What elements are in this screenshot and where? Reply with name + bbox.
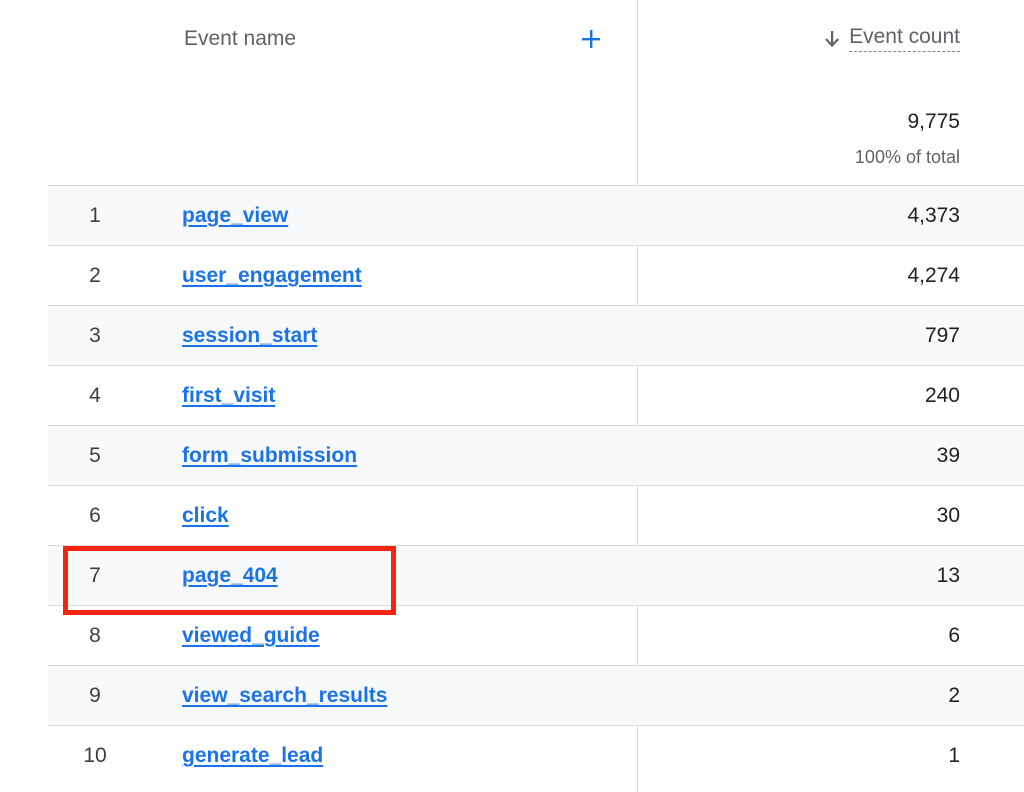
row-rank: 7 (89, 564, 101, 587)
event-count: 2 (948, 684, 960, 707)
table-row: 5 form_submission 39 (48, 425, 1024, 485)
event-name-link[interactable]: user_engagement (182, 246, 362, 306)
event-name-link[interactable]: view_search_results (182, 666, 387, 726)
plus-icon (582, 30, 600, 48)
event-table: Event name Event count 9,775 100% of tot… (0, 0, 1024, 792)
event-count: 240 (924, 384, 960, 407)
event-count: 4,274 (907, 264, 960, 287)
event-count: 4,373 (907, 204, 960, 227)
metric-total-percent: 100% of total (854, 147, 960, 167)
event-name-link[interactable]: click (182, 486, 229, 546)
table-row: 2 user_engagement 4,274 (48, 245, 1024, 305)
event-name-link[interactable]: viewed_guide (182, 606, 320, 666)
event-name-link[interactable]: page_view (182, 186, 288, 246)
row-rank: 9 (89, 684, 101, 707)
event-name-link[interactable]: first_visit (182, 366, 275, 426)
table-row: 9 view_search_results 2 (48, 665, 1024, 725)
event-name-link[interactable]: generate_lead (182, 726, 323, 786)
arrow-down-icon[interactable] (823, 29, 841, 49)
table-header: Event name Event count 9,775 100% of tot… (0, 0, 1024, 185)
table-row: 10 generate_lead 1 (48, 725, 1024, 785)
event-name-link[interactable]: form_submission (182, 426, 357, 486)
table-row: 7 page_404 13 (48, 545, 1024, 605)
metric-total: 9,775 (907, 110, 960, 133)
row-rank: 8 (89, 624, 101, 647)
row-rank: 5 (89, 444, 101, 467)
event-count: 39 (936, 444, 960, 467)
dimension-header[interactable]: Event name (184, 27, 296, 51)
event-name-link[interactable]: session_start (182, 306, 317, 366)
event-count: 797 (924, 324, 960, 347)
event-count: 13 (936, 564, 960, 587)
table-row: 1 page_view 4,373 (48, 185, 1024, 245)
row-rank: 1 (89, 204, 101, 227)
metric-header-label[interactable]: Event count (849, 26, 960, 52)
row-rank: 10 (83, 744, 107, 767)
row-rank: 6 (89, 504, 101, 527)
event-count: 1 (948, 744, 960, 767)
table-row: 3 session_start 797 (48, 305, 1024, 365)
row-rank: 2 (89, 264, 101, 287)
row-rank: 3 (89, 324, 101, 347)
event-count: 6 (948, 624, 960, 647)
table-row: 4 first_visit 240 (48, 365, 1024, 425)
metric-header[interactable]: Event count (823, 24, 960, 54)
table-body: 1 page_view 4,373 2 user_engagement 4,27… (48, 185, 1024, 785)
row-rank: 4 (89, 384, 101, 407)
table-row: 6 click 30 (48, 485, 1024, 545)
event-name-link[interactable]: page_404 (182, 546, 278, 606)
event-count: 30 (936, 504, 960, 527)
add-dimension-button[interactable] (578, 26, 604, 52)
table-row: 8 viewed_guide 6 (48, 605, 1024, 665)
